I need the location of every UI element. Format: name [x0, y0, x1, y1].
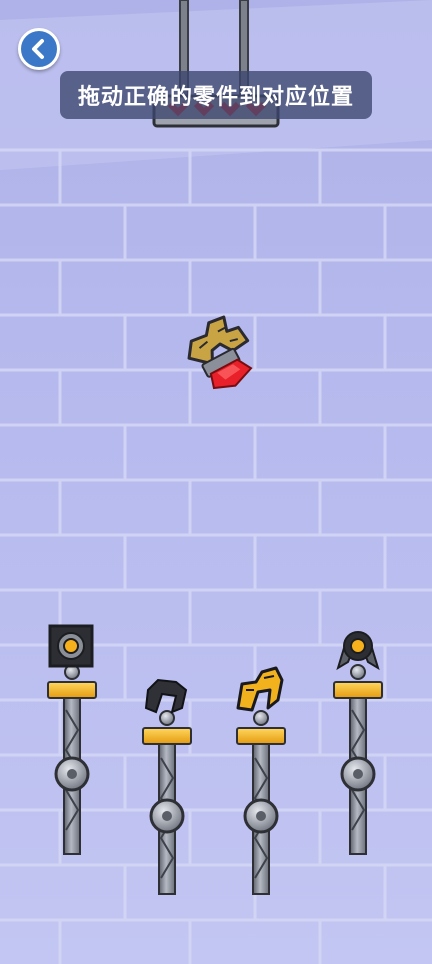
- instruction-banner: 拖动正确的零件到对应位置: [60, 71, 372, 119]
- game-scene: [0, 0, 432, 964]
- back-button[interactable]: [18, 28, 60, 70]
- instruction-text: 拖动正确的零件到对应位置: [77, 85, 354, 110]
- chevron-left-icon: [32, 39, 44, 59]
